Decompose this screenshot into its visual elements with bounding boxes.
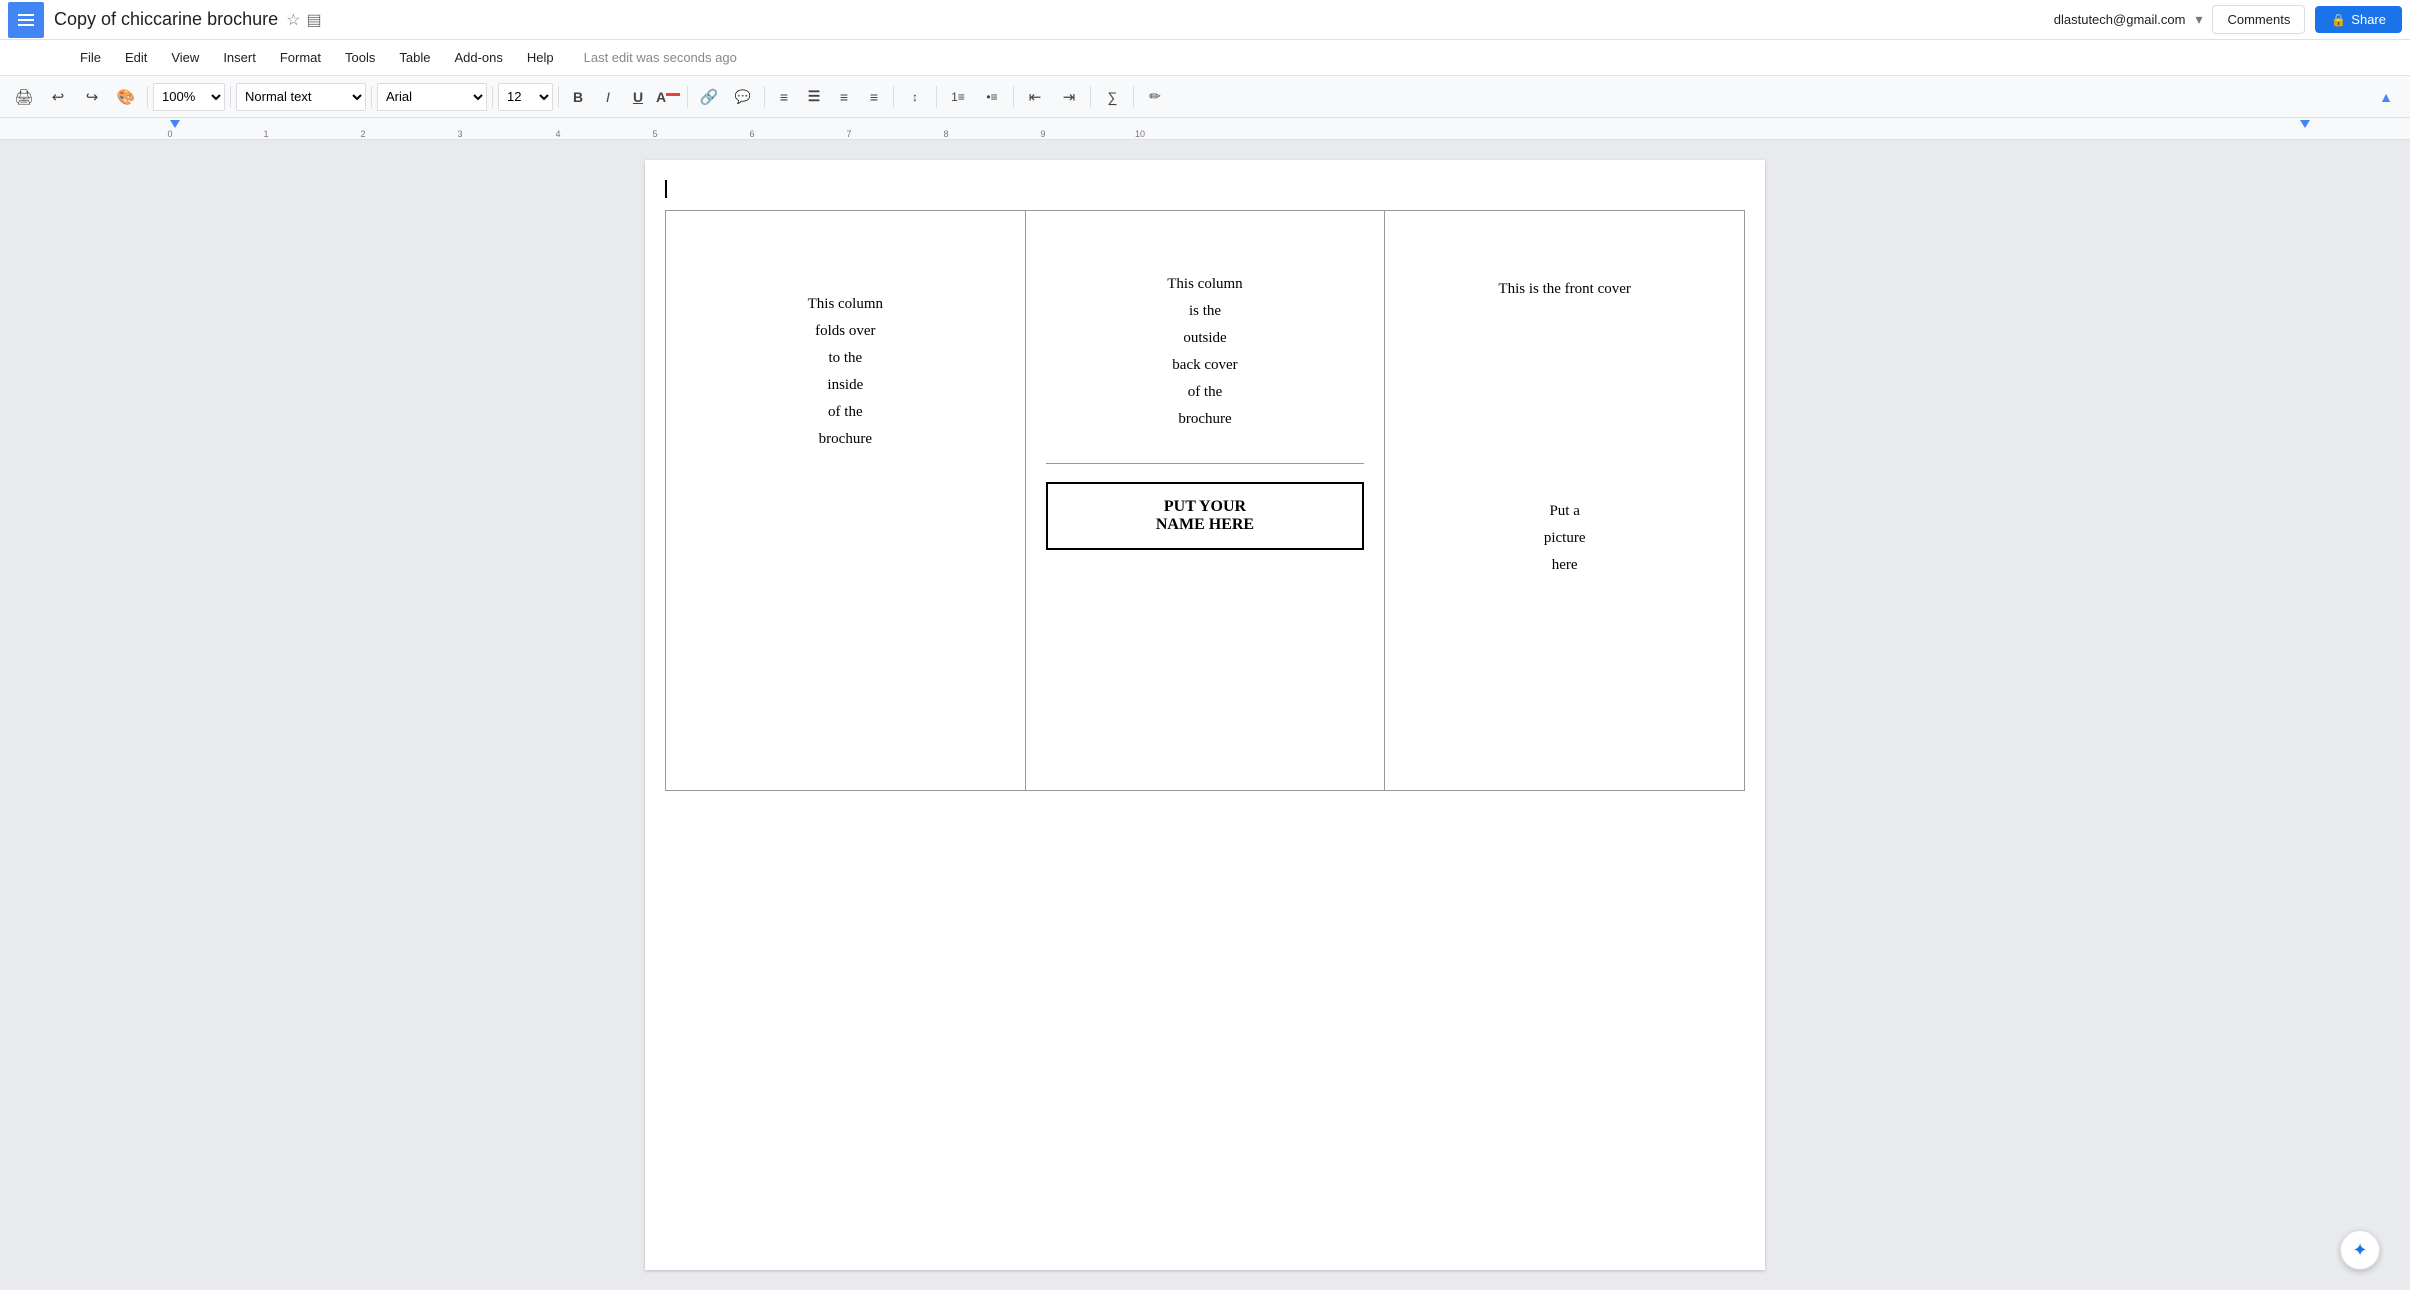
doc-page: This column folds over to the inside of … — [645, 160, 1765, 1270]
ruler-mark-8: 8 — [943, 129, 948, 139]
undo-button[interactable]: ↩ — [42, 82, 74, 112]
text-cursor — [665, 180, 667, 198]
ruler-mark-2: 2 — [360, 129, 365, 139]
font-select[interactable]: Arial Times New Roman Courier New — [377, 83, 487, 111]
menu-edit[interactable]: Edit — [115, 46, 157, 69]
col3-content: This is the front cover Put a picture he… — [1405, 281, 1724, 579]
italic-button[interactable]: I — [594, 83, 622, 111]
divider12 — [1133, 86, 1134, 108]
align-left-button[interactable]: ≡ — [770, 83, 798, 111]
divider8 — [893, 86, 894, 108]
brochure-table: This column folds over to the inside of … — [665, 210, 1745, 791]
collapse-toolbar-button[interactable]: ▲ — [2370, 82, 2402, 112]
ruler-mark-1: 1 — [263, 129, 268, 139]
unordered-list-button[interactable]: •≡ — [976, 82, 1008, 112]
menu-tools[interactable]: Tools — [335, 46, 385, 69]
bold-button[interactable]: B — [564, 83, 592, 111]
smart-compose-button[interactable]: ✦ — [2340, 1230, 2380, 1270]
col3-picture: Put a picture here — [1405, 498, 1724, 579]
divider11 — [1090, 86, 1091, 108]
ruler-mark-4: 4 — [555, 129, 560, 139]
dropdown-arrow[interactable]: ▾ — [2195, 11, 2202, 28]
col2-content: This column is the outside back cover of… — [1046, 231, 1365, 558]
divider6 — [687, 86, 688, 108]
share-button[interactable]: 🔒 Share — [2315, 6, 2402, 33]
menu-bar: File Edit View Insert Format Tools Table… — [0, 40, 2410, 76]
divider1 — [147, 86, 148, 108]
comments-button[interactable]: Comments — [2212, 5, 2305, 34]
divider7 — [764, 86, 765, 108]
align-justify-button[interactable]: ≡ — [860, 83, 888, 111]
table-row: This column folds over to the inside of … — [666, 211, 1745, 791]
top-bar: Copy of chiccarine brochure ☆ ▤ dlastute… — [0, 0, 2410, 40]
ruler-mark-6: 6 — [749, 129, 754, 139]
table-cell-col3[interactable]: This is the front cover Put a picture he… — [1385, 211, 1745, 791]
doc-area[interactable]: This column folds over to the inside of … — [0, 140, 2410, 1290]
menu-format[interactable]: Format — [270, 46, 331, 69]
underline-button[interactable]: U — [624, 83, 652, 111]
folder-icon[interactable]: ▤ — [306, 10, 321, 30]
col3-title: This is the front cover — [1405, 281, 1724, 298]
divider10 — [1013, 86, 1014, 108]
ruler-mark-7: 7 — [846, 129, 851, 139]
ruler-mark-5: 5 — [652, 129, 657, 139]
menu-file[interactable]: File — [70, 46, 111, 69]
divider9 — [936, 86, 937, 108]
align-right-button[interactable]: ≡ — [830, 83, 858, 111]
ordered-list-button[interactable]: 1≡ — [942, 82, 974, 112]
name-box[interactable]: PUT YOURNAME HERE — [1046, 482, 1365, 550]
ruler-mark-0: 0 — [167, 129, 172, 139]
col1-text: This column folds over to the inside of … — [686, 291, 1005, 453]
title-icons: ☆ ▤ — [286, 10, 321, 30]
ruler-mark-3: 3 — [457, 129, 462, 139]
print-button[interactable]: 🖨 — [8, 82, 40, 112]
table-cell-col2[interactable]: This column is the outside back cover of… — [1025, 211, 1385, 791]
doc-title: Copy of chiccarine brochure — [54, 9, 278, 30]
divider5 — [558, 86, 559, 108]
style-select[interactable]: Normal text Heading 1 Heading 2 Title — [236, 83, 366, 111]
link-button[interactable]: 🔗 — [693, 82, 725, 112]
menu-insert[interactable]: Insert — [213, 46, 266, 69]
ruler: 0 1 2 3 4 5 6 7 8 9 10 — [0, 118, 2410, 140]
table-cell-col1[interactable]: This column folds over to the inside of … — [666, 211, 1026, 791]
lock-icon: 🔒 — [2331, 13, 2346, 27]
star-icon[interactable]: ☆ — [286, 10, 300, 30]
menu-view[interactable]: View — [161, 46, 209, 69]
ruler-mark-9: 9 — [1040, 129, 1045, 139]
redo-button[interactable]: ↪ — [76, 82, 108, 112]
text-color-button[interactable]: A — [654, 83, 682, 111]
decrease-indent-button[interactable]: ⇤ — [1019, 82, 1051, 112]
col2-divider — [1046, 463, 1365, 464]
app-icon[interactable] — [8, 2, 44, 38]
divider3 — [371, 86, 372, 108]
last-edit: Last edit was seconds ago — [584, 50, 737, 65]
col2-text: This column is the outside back cover of… — [1046, 271, 1365, 433]
menu-help[interactable]: Help — [517, 46, 564, 69]
font-size-select[interactable]: 12 10 11 14 16 18 — [498, 83, 553, 111]
menu-table[interactable]: Table — [389, 46, 440, 69]
menu-addons[interactable]: Add-ons — [444, 46, 512, 69]
align-center-button[interactable]: ☰ — [800, 83, 828, 111]
draw-button[interactable]: ✏ — [1139, 82, 1171, 112]
paint-format-button[interactable]: 🎨 — [110, 82, 142, 112]
user-email: dlastutech@gmail.com — [2054, 12, 2186, 27]
left-margin-handle[interactable] — [170, 120, 180, 128]
ruler-inner: 0 1 2 3 4 5 6 7 8 9 10 — [0, 118, 2410, 139]
right-margin-handle[interactable] — [2300, 120, 2310, 128]
text-color-wrapper: A — [654, 83, 682, 111]
divider4 — [492, 86, 493, 108]
line-spacing-button[interactable]: ↕ — [899, 82, 931, 112]
comment-button[interactable]: 💬 — [727, 82, 759, 112]
underline-wrapper: U — [624, 83, 652, 111]
divider2 — [230, 86, 231, 108]
ruler-mark-10: 10 — [1135, 129, 1145, 139]
zoom-select[interactable]: 100% 75% 125% 150% — [153, 83, 225, 111]
increase-indent-button[interactable]: ⇥ — [1053, 82, 1085, 112]
formula-button[interactable]: ∑ — [1096, 82, 1128, 112]
toolbar: 🖨 ↩ ↪ 🎨 100% 75% 125% 150% Normal text H… — [0, 76, 2410, 118]
top-bar-right: dlastutech@gmail.com ▾ Comments 🔒 Share — [2054, 5, 2402, 34]
